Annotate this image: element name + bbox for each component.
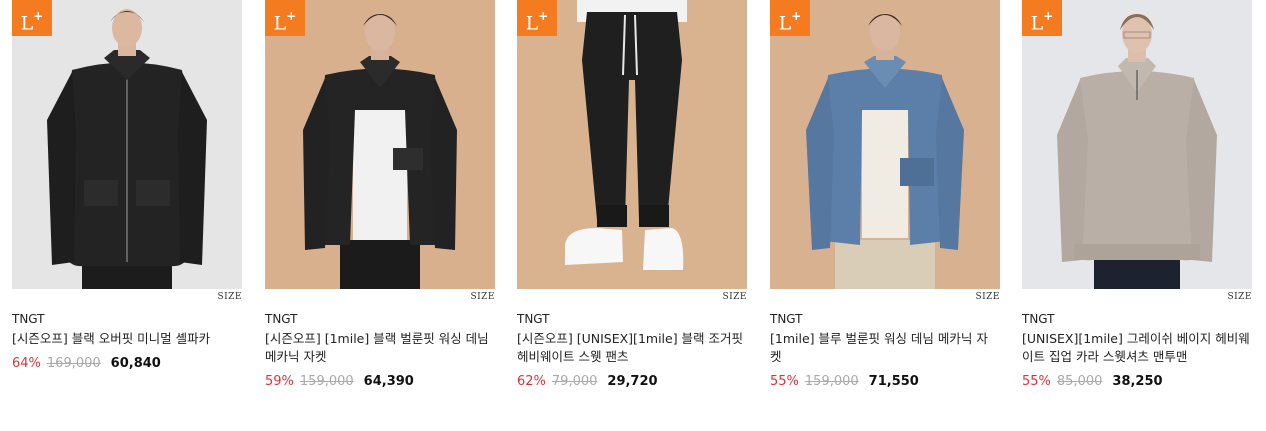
original-price: 85,000 <box>1056 374 1103 389</box>
sale-price: 29,720 <box>607 374 658 389</box>
price-row: 62% 79,000 29,720 <box>517 374 658 389</box>
product-image[interactable]: L+ <box>770 0 1000 289</box>
product-title[interactable]: [시즌오프] 블랙 오버핏 미니멀 셸파카 <box>12 330 240 348</box>
product-card[interactable]: L+ SIZE TNGT [UNISEX][1mile] 그레이쉬 베이지 헤비… <box>1022 0 1252 389</box>
product-card[interactable]: L+ SIZE TNGT [시즌오프] [1mile] 블랙 벌룬핏 워싱 데님… <box>265 0 495 389</box>
lplus-badge-icon: L+ <box>265 0 305 36</box>
lplus-badge-icon: L+ <box>1022 0 1062 36</box>
original-price: 159,000 <box>299 374 354 389</box>
product-card[interactable]: L+ SIZE TNGT [시즌오프] 블랙 오버핏 미니멀 셸파카 64% 16… <box>12 0 242 371</box>
lplus-badge-icon: L+ <box>12 0 52 36</box>
lplus-badge-icon: L+ <box>517 0 557 36</box>
original-price: 79,000 <box>551 374 598 389</box>
discount-rate: 64% <box>12 356 41 371</box>
sale-price: 64,390 <box>363 374 414 389</box>
product-image[interactable]: L+ <box>517 0 747 289</box>
size-link[interactable]: SIZE <box>470 292 495 302</box>
brand-name: TNGT <box>1022 312 1055 326</box>
original-price: 159,000 <box>804 374 859 389</box>
product-title[interactable]: [1mile] 블루 벌룬핏 워싱 데님 메카닉 자켓 <box>770 330 998 366</box>
size-link[interactable]: SIZE <box>217 292 242 302</box>
price-row: 64% 169,000 60,840 <box>12 356 161 371</box>
product-image[interactable]: L+ <box>1022 0 1252 289</box>
price-row: 55% 159,000 71,550 <box>770 374 919 389</box>
discount-rate: 59% <box>265 374 294 389</box>
brand-name: TNGT <box>12 312 45 326</box>
brand-name: TNGT <box>517 312 550 326</box>
discount-rate: 55% <box>1022 374 1051 389</box>
price-row: 59% 159,000 64,390 <box>265 374 414 389</box>
sale-price: 60,840 <box>110 356 161 371</box>
discount-rate: 62% <box>517 374 546 389</box>
size-link[interactable]: SIZE <box>1227 292 1252 302</box>
size-link[interactable]: SIZE <box>722 292 747 302</box>
price-row: 55% 85,000 38,250 <box>1022 374 1163 389</box>
brand-name: TNGT <box>265 312 298 326</box>
sale-price: 38,250 <box>1112 374 1163 389</box>
size-link[interactable]: SIZE <box>975 292 1000 302</box>
sale-price: 71,550 <box>868 374 919 389</box>
product-image[interactable]: L+ <box>12 0 242 289</box>
discount-rate: 55% <box>770 374 799 389</box>
lplus-badge-icon: L+ <box>770 0 810 36</box>
product-card[interactable]: L+ SIZE TNGT [1mile] 블루 벌룬핏 워싱 데님 메카닉 자켓… <box>770 0 1000 389</box>
product-grid: L+ SIZE TNGT [시즌오프] 블랙 오버핏 미니멀 셸파카 64% 16… <box>0 0 1266 431</box>
product-image[interactable]: L+ <box>265 0 495 289</box>
product-title[interactable]: [UNISEX][1mile] 그레이쉬 베이지 헤비웨이트 집업 카라 스웻셔… <box>1022 330 1250 366</box>
brand-name: TNGT <box>770 312 803 326</box>
product-title[interactable]: [시즌오프] [UNISEX][1mile] 블랙 조거핏 헤비웨이트 스웻 팬… <box>517 330 745 366</box>
product-card[interactable]: L+ SIZE TNGT [시즌오프] [UNISEX][1mile] 블랙 조… <box>517 0 747 389</box>
original-price: 169,000 <box>46 356 101 371</box>
product-title[interactable]: [시즌오프] [1mile] 블랙 벌룬핏 워싱 데님 메카닉 자켓 <box>265 330 493 366</box>
